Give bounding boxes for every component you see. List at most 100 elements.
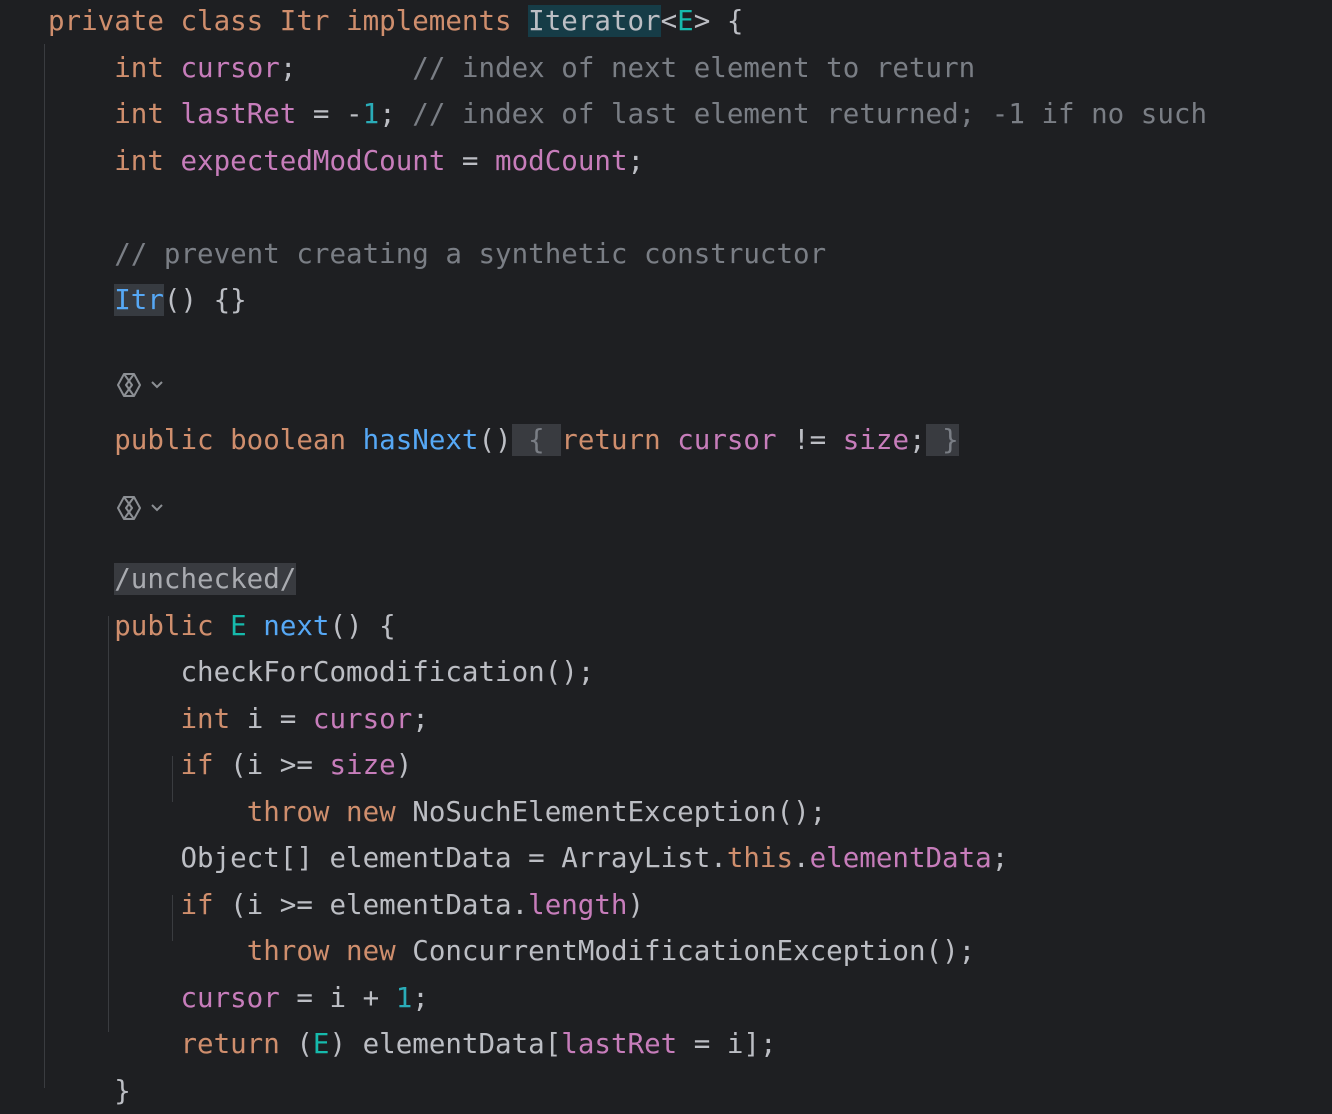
code-token: { bbox=[511, 423, 562, 456]
inlay-hint-hasnext[interactable] bbox=[114, 370, 164, 400]
code-token: // prevent creating a synthetic construc… bbox=[114, 237, 827, 270]
code-line[interactable]: Itr() {} bbox=[48, 277, 247, 323]
code-token: // index of next element to return bbox=[412, 51, 976, 84]
code-line[interactable]: int expectedModCount = modCount; bbox=[48, 138, 644, 184]
code-token: public bbox=[114, 609, 231, 642]
code-line[interactable]: throw new ConcurrentModificationExceptio… bbox=[48, 928, 976, 974]
code-line[interactable]: public E next() { bbox=[48, 603, 396, 649]
code-token: E bbox=[312, 1028, 330, 1060]
code-token: if bbox=[180, 888, 231, 921]
code-token: this bbox=[726, 842, 794, 874]
code-token: . bbox=[793, 842, 810, 874]
code-token: checkForComodification(); bbox=[48, 656, 595, 688]
code-token: private class Itr implements bbox=[48, 5, 529, 37]
code-token: expectedModCount bbox=[180, 144, 446, 177]
code-token: // index of last element returned; -1 if… bbox=[412, 98, 1208, 130]
code-token: ( bbox=[296, 1028, 313, 1060]
code-token: = i + bbox=[279, 981, 396, 1014]
code-line[interactable]: return (E) elementData[lastRet = i]; bbox=[48, 1021, 777, 1067]
code-line[interactable]: if (i >= elementData.length) bbox=[48, 882, 644, 928]
code-line[interactable]: Object[] elementData = ArrayList.this.el… bbox=[48, 835, 1008, 881]
code-token: throw new bbox=[246, 935, 413, 967]
code-token: < bbox=[660, 5, 678, 37]
code-line[interactable]: checkForComodification(); bbox=[48, 649, 594, 695]
ai-assistant-icon bbox=[114, 494, 144, 522]
indent-guide-class bbox=[44, 44, 45, 1088]
code-token: cursor bbox=[180, 51, 280, 84]
code-token: ; bbox=[379, 98, 413, 130]
code-line[interactable]: /unchecked/ bbox=[48, 556, 297, 602]
code-token: int bbox=[114, 144, 181, 177]
code-token: lastRet bbox=[180, 98, 297, 130]
code-token: ; bbox=[412, 702, 429, 735]
code-line[interactable]: } bbox=[48, 1068, 131, 1114]
code-line[interactable]: int lastRet = -1; // index of last eleme… bbox=[48, 91, 1207, 137]
code-token: Object[] elementData = ArrayList. bbox=[48, 842, 727, 874]
code-token: (i >= bbox=[230, 749, 330, 781]
code-line[interactable]: if (i >= size) bbox=[48, 742, 412, 788]
code-token: lastRet bbox=[561, 1028, 678, 1060]
code-token: cursor bbox=[180, 981, 280, 1014]
code-token: } bbox=[925, 423, 959, 456]
code-token: hasNext bbox=[362, 423, 479, 456]
code-token: = i]; bbox=[677, 1028, 777, 1060]
code-token: return bbox=[180, 1028, 297, 1060]
code-line[interactable]: int i = cursor; bbox=[48, 696, 429, 742]
code-token: modCount bbox=[495, 144, 628, 177]
code-line[interactable]: cursor = i + 1; bbox=[48, 975, 429, 1021]
code-token: () bbox=[478, 423, 512, 456]
inlay-hint-next[interactable] bbox=[114, 493, 164, 523]
code-token: ) bbox=[627, 888, 645, 921]
code-token: (i >= elementData. bbox=[230, 888, 529, 921]
code-token: cursor bbox=[677, 423, 777, 456]
code-token: int bbox=[114, 98, 181, 130]
code-token: = bbox=[445, 144, 496, 177]
code-token: throw new bbox=[246, 795, 413, 828]
code-token: ) elementData[ bbox=[329, 1028, 562, 1060]
code-token: ; bbox=[991, 842, 1009, 874]
ai-assistant-icon bbox=[114, 371, 144, 399]
code-token: /unchecked/ bbox=[114, 563, 297, 595]
code-token: () { bbox=[329, 609, 396, 642]
code-editor[interactable]: private class Itr implements Iterator< E >… bbox=[0, 0, 1332, 1107]
code-token: size bbox=[329, 749, 396, 781]
code-token: ; bbox=[909, 423, 926, 456]
code-token: i = bbox=[246, 702, 313, 735]
code-token: int bbox=[114, 51, 181, 84]
code-token: return bbox=[561, 423, 678, 456]
code-token: Iterator bbox=[528, 5, 661, 37]
code-token: NoSuchElementException(); bbox=[412, 795, 827, 828]
code-token: size bbox=[842, 423, 910, 456]
code-token: () {} bbox=[163, 284, 247, 316]
code-token: ) bbox=[395, 749, 413, 781]
code-line[interactable]: public boolean hasNext() { return cursor… bbox=[48, 417, 959, 463]
code-line[interactable]: private class Itr implements Iterator<E>… bbox=[48, 0, 743, 44]
code-token: 1 bbox=[362, 98, 380, 130]
chevron-down-icon[interactable] bbox=[150, 380, 164, 390]
code-token: public boolean bbox=[114, 423, 363, 456]
code-token: > { bbox=[693, 5, 744, 37]
code-line[interactable]: int cursor; // index of next element to … bbox=[48, 45, 975, 91]
code-token: ; bbox=[412, 981, 429, 1014]
code-token: } bbox=[48, 1074, 131, 1107]
code-line[interactable]: throw new NoSuchElementException(); bbox=[48, 789, 827, 835]
code-token: ConcurrentModificationException(); bbox=[412, 935, 976, 967]
code-token: cursor bbox=[312, 702, 413, 735]
code-token: E bbox=[230, 609, 264, 642]
chevron-down-icon[interactable] bbox=[150, 503, 164, 513]
code-line[interactable]: // prevent creating a synthetic construc… bbox=[48, 231, 826, 277]
